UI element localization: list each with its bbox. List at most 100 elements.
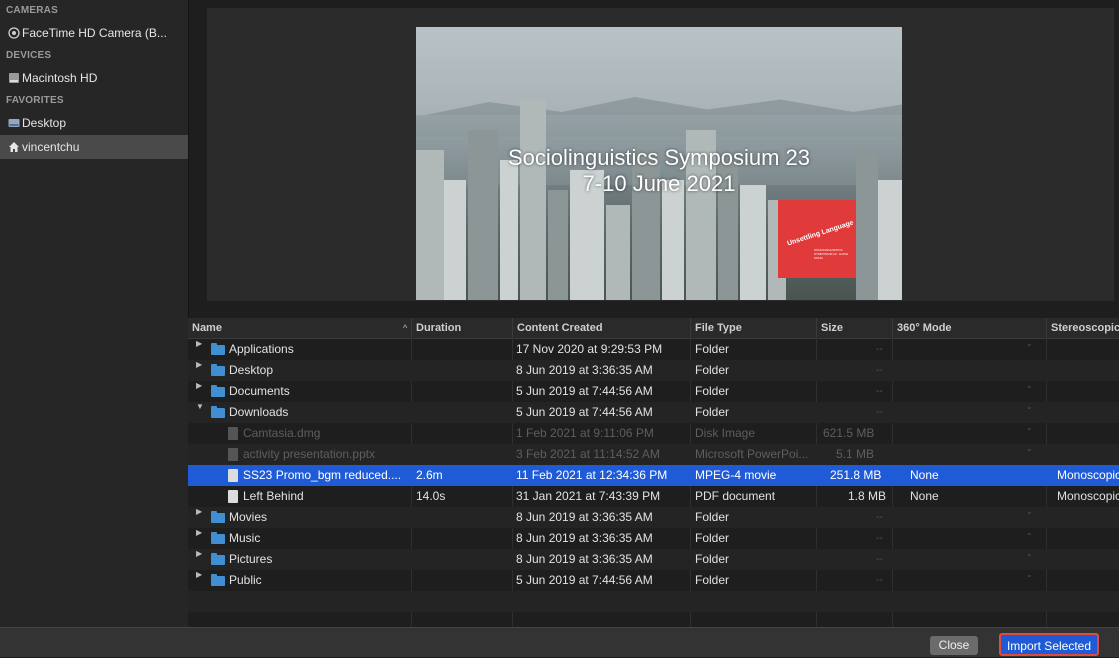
file-name: activity presentation.pptx <box>243 447 376 461</box>
disclosure-triangle-icon[interactable]: ▶ <box>196 381 206 390</box>
logo-text: Unsettling Language <box>786 219 855 248</box>
sidebar-item-label: Macintosh HD <box>22 71 98 85</box>
column-header-file-type[interactable]: File Type <box>690 318 816 338</box>
disclosure-triangle-icon[interactable]: ▶ <box>196 339 206 348</box>
chevron-down-icon: ⌄ <box>1026 339 1033 348</box>
file-size: -- <box>876 407 883 418</box>
building-shape <box>548 190 568 300</box>
table-row[interactable]: ▶ Pictures 8 Jun 2019 at 3:36:35 AM Fold… <box>188 549 1119 570</box>
footer-bar: Close Import Selected <box>0 627 1119 657</box>
column-header-360-mode[interactable]: 360° Mode <box>892 318 1046 338</box>
file-created: 17 Nov 2020 at 9:29:53 PM <box>516 342 663 356</box>
building-shape <box>662 180 684 300</box>
file-created: 8 Jun 2019 at 3:36:35 AM <box>516 363 653 377</box>
chevron-down-icon: ⌄ <box>1026 423 1033 432</box>
file-created: 5 Jun 2019 at 7:44:56 AM <box>516 573 653 587</box>
folder-icon <box>211 406 225 418</box>
building-shape <box>606 205 630 300</box>
table-row[interactable]: ▼ Downloads 5 Jun 2019 at 7:44:56 AM Fol… <box>188 402 1119 423</box>
disclosure-triangle-expanded-icon[interactable]: ▼ <box>196 402 206 411</box>
close-button[interactable]: Close <box>930 636 978 655</box>
sidebar-item-desktop[interactable]: Desktop <box>0 111 188 135</box>
table-row[interactable]: ▶ Movies 8 Jun 2019 at 3:36:35 AM Folder… <box>188 507 1119 528</box>
disclosure-triangle-icon[interactable]: ▶ <box>196 549 206 558</box>
file-size: -- <box>876 533 883 544</box>
table-row[interactable]: activity presentation.pptx 3 Feb 2021 at… <box>188 444 1119 465</box>
sidebar-item-label: FaceTime HD Camera (B... <box>22 26 167 40</box>
table-row-selected[interactable]: SS23 Promo_bgm reduced.... 2.6m 11 Feb 2… <box>188 465 1119 486</box>
preview-title-line2: 7-10 June 2021 <box>582 171 736 196</box>
file-size: 251.8 MB <box>830 468 882 482</box>
disclosure-triangle-icon[interactable]: ▶ <box>196 570 206 579</box>
chevron-down-icon: ⌄ <box>1026 549 1033 558</box>
folder-icon <box>211 532 225 544</box>
home-icon <box>9 142 19 152</box>
file-name: Pictures <box>229 552 273 566</box>
table-row[interactable]: ▶ Music 8 Jun 2019 at 3:36:35 AM Folder … <box>188 528 1119 549</box>
column-header-stereoscopic[interactable]: Stereoscopic M <box>1046 318 1119 338</box>
file-created: 3 Feb 2021 at 11:14:52 AM <box>516 447 660 461</box>
table-row[interactable]: Left Behind 14.0s 31 Jan 2021 at 7:43:39… <box>188 486 1119 507</box>
file-360-mode[interactable]: None <box>910 486 939 507</box>
chevron-down-icon: ⌄ <box>1026 507 1033 516</box>
table-row[interactable]: ▶ Public 5 Jun 2019 at 7:44:56 AM Folder… <box>188 570 1119 591</box>
file-size: 1.8 MB <box>848 489 887 503</box>
file-stereoscopic[interactable]: Monoscopic <box>1057 465 1119 486</box>
column-header-size[interactable]: Size <box>816 318 892 338</box>
empty-row <box>188 591 1119 612</box>
preview-title-line1: Sociolinguistics Symposium 23 <box>507 145 811 170</box>
file-duration: 14.0s <box>416 489 446 503</box>
file-created: 8 Jun 2019 at 3:36:35 AM <box>516 510 653 524</box>
disclosure-triangle-icon[interactable]: ▶ <box>196 360 206 369</box>
file-created: 5 Jun 2019 at 7:44:56 AM <box>516 384 653 398</box>
file-type: Folder <box>695 573 730 587</box>
file-stereoscopic[interactable]: Monoscopic <box>1057 486 1119 507</box>
section-favorites-title: FAVORITES <box>6 95 64 106</box>
building-shape <box>740 185 766 300</box>
chevron-down-icon: ⌄ <box>1026 444 1033 453</box>
sidebar-item-vincentchu[interactable]: vincentchu <box>0 135 188 159</box>
folder-icon <box>211 574 225 586</box>
column-header-name[interactable]: Name <box>188 318 411 338</box>
import-selected-button[interactable]: Import Selected <box>999 633 1099 656</box>
table-row[interactable]: ▶ Documents 5 Jun 2019 at 7:44:56 AM Fol… <box>188 381 1119 402</box>
movie-file-icon <box>228 469 238 482</box>
sidebar-item-macintosh-hd[interactable]: Macintosh HD <box>0 66 188 90</box>
file-size: 621.5 MB <box>823 426 875 440</box>
file-name: Downloads <box>229 405 289 419</box>
table-row[interactable]: Camtasia.dmg 1 Feb 2021 at 9:11:06 PM Di… <box>188 423 1119 444</box>
file-name: Movies <box>229 510 268 524</box>
folder-icon <box>211 385 225 397</box>
chevron-down-icon: ⌄ <box>1026 381 1033 390</box>
table-row[interactable]: ▶ Applications 17 Nov 2020 at 9:29:53 PM… <box>188 339 1119 360</box>
file-type: PDF document <box>695 489 776 503</box>
sort-ascending-icon: ^ <box>403 323 408 333</box>
file-360-mode[interactable]: None <box>910 465 939 486</box>
file-created: 8 Jun 2019 at 3:36:35 AM <box>516 531 653 545</box>
folder-icon <box>211 553 225 565</box>
file-size: -- <box>876 575 883 586</box>
file-duration: 2.6m <box>416 468 443 482</box>
column-header-content-created[interactable]: Content Created <box>512 318 690 338</box>
column-header-duration[interactable]: Duration <box>411 318 512 338</box>
column-header-label: 360° Mode <box>897 322 952 334</box>
file-name: SS23 Promo_bgm reduced.... <box>243 468 402 482</box>
column-header-label: Name <box>192 322 222 334</box>
section-devices-title: DEVICES <box>6 50 52 61</box>
file-type: Microsoft PowerPoi... <box>695 447 809 461</box>
file-created: 11 Feb 2021 at 12:34:36 PM <box>516 468 668 482</box>
file-name: Left Behind <box>243 489 304 503</box>
building-shape <box>444 180 466 300</box>
disclosure-triangle-icon[interactable]: ▶ <box>196 528 206 537</box>
file-created: 5 Jun 2019 at 7:44:56 AM <box>516 405 653 419</box>
file-type: Folder <box>695 510 730 524</box>
disclosure-triangle-icon[interactable]: ▶ <box>196 507 206 516</box>
event-logo: Unsettling Language SOCIOLINGUISTICS SYM… <box>778 200 856 278</box>
file-type: Folder <box>695 384 730 398</box>
table-row[interactable]: ▶ Desktop 8 Jun 2019 at 3:36:35 AM Folde… <box>188 360 1119 381</box>
file-size: -- <box>876 554 883 565</box>
file-name: Public <box>229 573 262 587</box>
column-header-label: Duration <box>416 322 462 334</box>
sidebar-item-facetime-camera[interactable]: FaceTime HD Camera (B... <box>0 21 188 45</box>
file-created: 8 Jun 2019 at 3:36:35 AM <box>516 552 653 566</box>
